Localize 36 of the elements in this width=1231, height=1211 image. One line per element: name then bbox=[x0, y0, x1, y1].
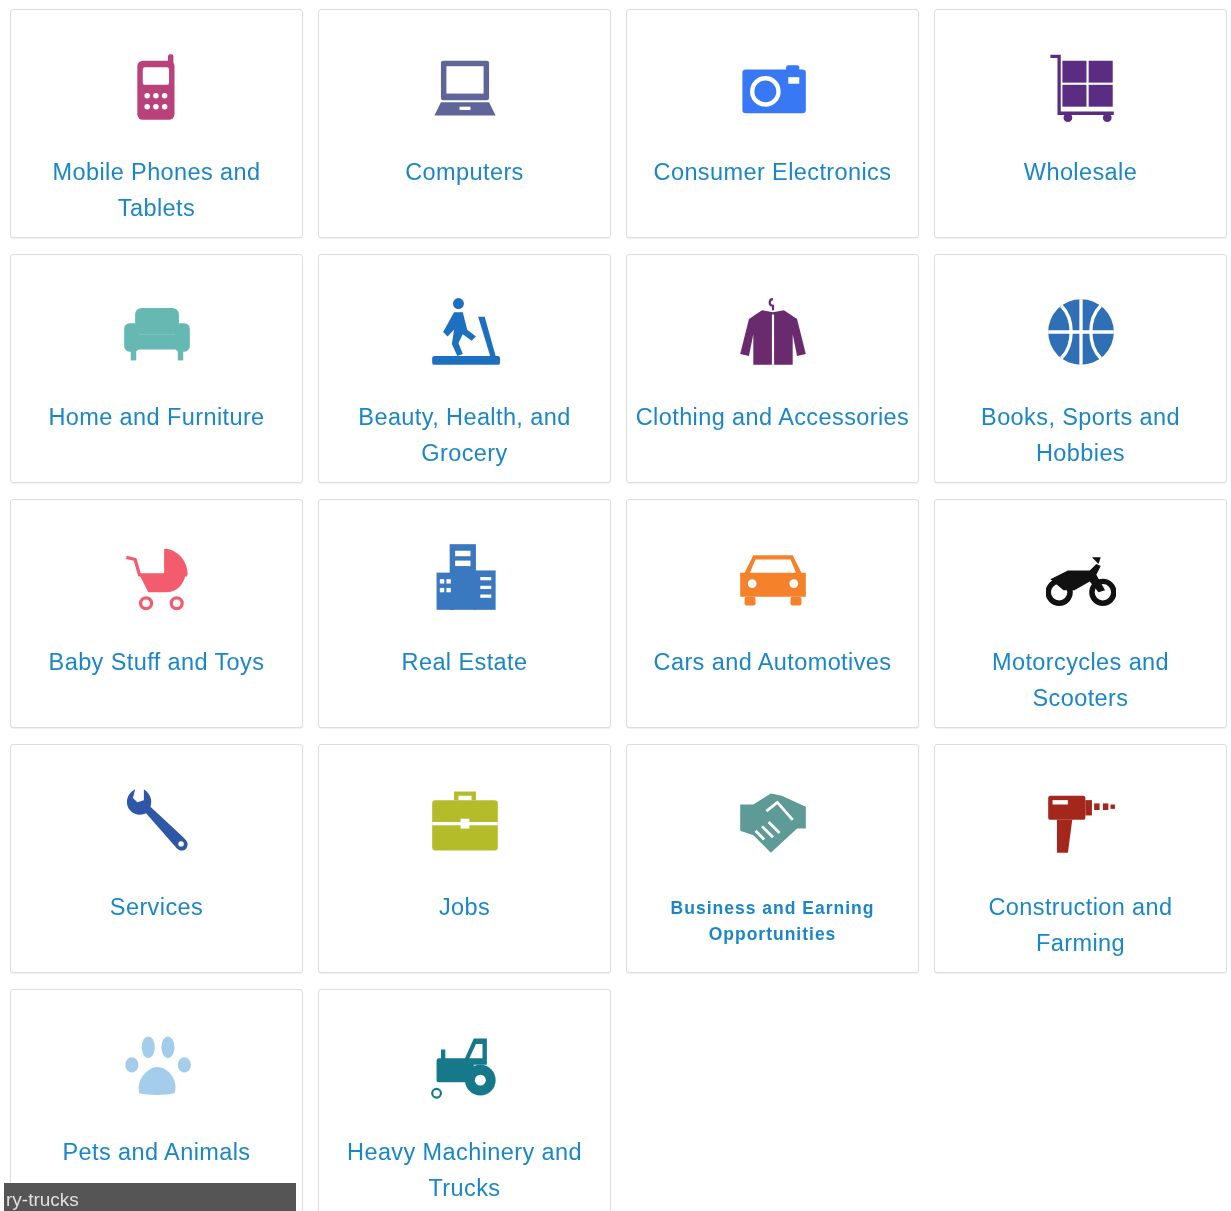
category-label: Business and Earning Opportunities bbox=[669, 897, 876, 946]
url-tooltip: ry-trucks bbox=[4, 1183, 296, 1211]
category-label: Consumer Electronics bbox=[652, 158, 893, 187]
category-label: Books, Sports and Hobbies bbox=[980, 403, 1181, 468]
category-label: Computers bbox=[404, 158, 525, 187]
category-label: Motorcycles and Scooters bbox=[990, 648, 1171, 713]
category-card[interactable]: Cars and Automotives bbox=[626, 499, 919, 728]
category-label: Home and Furniture bbox=[47, 403, 266, 432]
category-label: Baby Stuff and Toys bbox=[47, 648, 266, 677]
category-card[interactable]: Heavy Machinery and Trucks bbox=[318, 989, 611, 1211]
category-label: Beauty, Health, and Grocery bbox=[357, 403, 572, 468]
category-card[interactable]: Construction and Farming bbox=[934, 744, 1227, 973]
category-label: Heavy Machinery and Trucks bbox=[346, 1138, 583, 1203]
category-label: Wholesale bbox=[1022, 158, 1139, 187]
category-card[interactable]: Home and Furniture bbox=[10, 254, 303, 483]
category-card[interactable]: Baby Stuff and Toys bbox=[10, 499, 303, 728]
category-card[interactable]: Mobile Phones and Tablets bbox=[10, 9, 303, 238]
category-label: Mobile Phones and Tablets bbox=[51, 158, 262, 223]
category-label: Cars and Automotives bbox=[652, 648, 893, 677]
category-card[interactable]: Beauty, Health, and Grocery bbox=[318, 254, 611, 483]
category-card[interactable]: Services bbox=[10, 744, 303, 973]
category-card[interactable]: Computers bbox=[318, 9, 611, 238]
category-card[interactable]: Books, Sports and Hobbies bbox=[934, 254, 1227, 483]
category-card[interactable]: Wholesale bbox=[934, 9, 1227, 238]
category-card[interactable]: Motorcycles and Scooters bbox=[934, 499, 1227, 728]
category-label: Construction and Farming bbox=[987, 893, 1174, 958]
category-label: Pets and Animals bbox=[61, 1138, 252, 1167]
category-card[interactable]: Business and Earning Opportunities bbox=[626, 744, 919, 973]
category-card[interactable]: Real Estate bbox=[318, 499, 611, 728]
category-label: Clothing and Accessories bbox=[634, 403, 911, 432]
category-label: Jobs bbox=[437, 893, 492, 922]
category-label: Services bbox=[108, 893, 205, 922]
category-card[interactable]: Jobs bbox=[318, 744, 611, 973]
category-card[interactable]: Clothing and Accessories bbox=[626, 254, 919, 483]
category-card[interactable]: Consumer Electronics bbox=[626, 9, 919, 238]
category-label: Real Estate bbox=[400, 648, 529, 677]
